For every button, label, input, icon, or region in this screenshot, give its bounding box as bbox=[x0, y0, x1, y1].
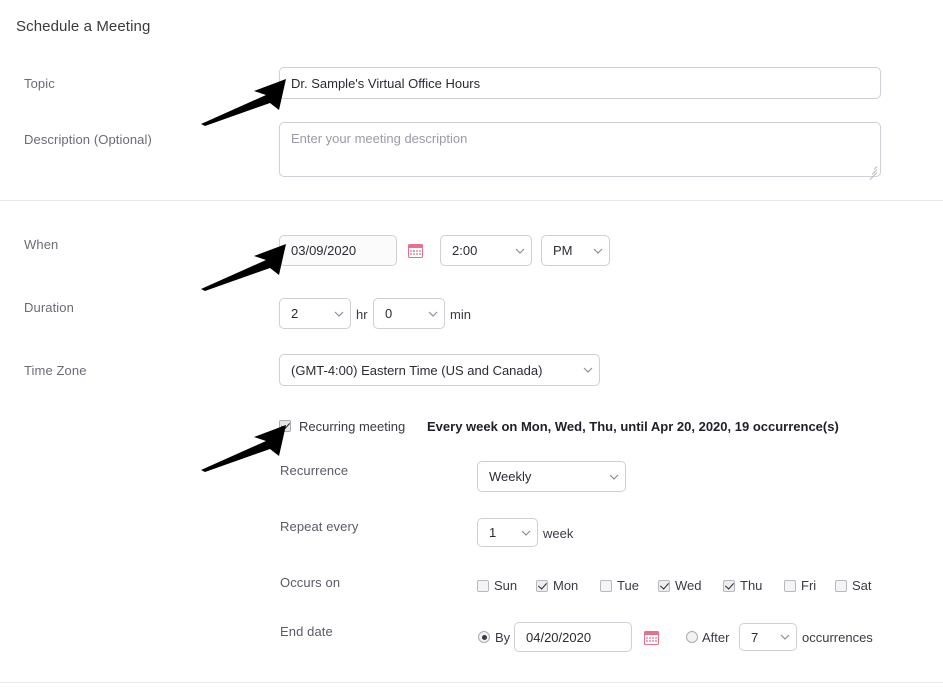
day-label-thu: Thu bbox=[740, 578, 763, 593]
day-checkbox-tue[interactable] bbox=[600, 579, 612, 592]
duration-hours-value: 2 bbox=[291, 306, 299, 321]
page-title: Schedule a Meeting bbox=[16, 18, 151, 35]
description-label: Description (Optional) bbox=[24, 132, 152, 147]
day-label-wed: Wed bbox=[675, 578, 702, 593]
duration-hours-select[interactable]: 2 bbox=[279, 298, 351, 329]
recurring-meeting-checkbox[interactable] bbox=[279, 420, 291, 432]
topic-label: Topic bbox=[24, 76, 55, 91]
occurs-on-day-fri[interactable]: Fri bbox=[784, 578, 816, 593]
recurrence-label: Recurrence bbox=[280, 463, 349, 478]
occurs-on-day-thu[interactable]: Thu bbox=[723, 578, 762, 593]
chevron-down-icon bbox=[774, 634, 796, 640]
schedule-meeting-page: Schedule a Meeting Topic Description (Op… bbox=[0, 0, 943, 699]
chevron-down-icon bbox=[328, 311, 350, 317]
recurring-meeting-label: Recurring meeting bbox=[299, 419, 406, 434]
duration-minutes-select[interactable]: 0 bbox=[373, 298, 445, 329]
end-date-after-radio[interactable] bbox=[686, 631, 698, 643]
recurrence-select-value: Weekly bbox=[489, 469, 532, 484]
day-checkbox-wed[interactable] bbox=[658, 579, 670, 592]
day-checkbox-sat[interactable] bbox=[835, 579, 847, 592]
day-checkbox-fri[interactable] bbox=[784, 579, 796, 592]
occurrences-select[interactable]: 7 bbox=[739, 623, 797, 651]
duration-minutes-unit: min bbox=[450, 307, 471, 322]
section-divider-top bbox=[0, 200, 943, 201]
duration-hours-unit: hr bbox=[356, 307, 368, 322]
chevron-down-icon bbox=[422, 311, 444, 317]
end-date-label: End date bbox=[280, 624, 333, 639]
day-checkbox-mon[interactable] bbox=[536, 579, 548, 592]
chevron-down-icon bbox=[587, 248, 609, 254]
end-date-input[interactable] bbox=[514, 622, 632, 652]
duration-label: Duration bbox=[24, 300, 74, 315]
day-label-fri: Fri bbox=[801, 578, 817, 593]
day-label-sun: Sun bbox=[494, 578, 518, 593]
chevron-down-icon bbox=[515, 530, 537, 536]
recurrence-select[interactable]: Weekly bbox=[477, 461, 626, 492]
timezone-select-value: (GMT-4:00) Eastern Time (US and Canada) bbox=[291, 362, 543, 378]
occurs-on-day-sat[interactable]: Sat bbox=[835, 578, 872, 593]
occurs-on-day-tue[interactable]: Tue bbox=[600, 578, 639, 593]
occurrences-select-value: 7 bbox=[751, 629, 759, 645]
duration-minutes-value: 0 bbox=[385, 306, 393, 321]
occurs-on-day-mon[interactable]: Mon bbox=[536, 578, 578, 593]
recurring-summary-text: Every week on Mon, Wed, Thu, until Apr 2… bbox=[427, 419, 839, 434]
ampm-select-value: PM bbox=[553, 243, 573, 258]
day-label-mon: Mon bbox=[553, 578, 579, 593]
repeat-every-label: Repeat every bbox=[280, 519, 359, 534]
chevron-down-icon bbox=[509, 248, 531, 254]
time-select-value: 2:00 bbox=[452, 243, 478, 258]
topic-input[interactable] bbox=[279, 67, 881, 99]
repeat-every-value: 1 bbox=[489, 525, 497, 540]
timezone-label: Time Zone bbox=[24, 363, 87, 378]
end-date-after-label: After bbox=[702, 630, 730, 645]
calendar-icon[interactable] bbox=[644, 630, 659, 645]
day-checkbox-thu[interactable] bbox=[723, 579, 735, 592]
day-label-tue: Tue bbox=[617, 578, 639, 593]
occurs-on-day-wed[interactable]: Wed bbox=[658, 578, 702, 593]
calendar-icon[interactable] bbox=[408, 243, 423, 258]
end-date-by-radio[interactable] bbox=[478, 631, 490, 643]
time-select[interactable]: 2:00 bbox=[440, 235, 532, 266]
occurs-on-day-sun[interactable]: Sun bbox=[477, 578, 517, 593]
chevron-down-icon bbox=[577, 367, 599, 373]
end-date-by-label: By bbox=[495, 630, 511, 645]
repeat-every-unit: week bbox=[543, 526, 574, 541]
when-label: When bbox=[24, 237, 59, 252]
timezone-select[interactable]: (GMT-4:00) Eastern Time (US and Canada) bbox=[279, 354, 600, 386]
ampm-select[interactable]: PM bbox=[541, 235, 610, 266]
when-date-input[interactable] bbox=[279, 235, 397, 266]
chevron-down-icon bbox=[603, 474, 625, 480]
day-checkbox-sun[interactable] bbox=[477, 579, 489, 592]
section-divider-bottom bbox=[0, 682, 943, 683]
occurs-on-label: Occurs on bbox=[280, 575, 341, 590]
description-input[interactable] bbox=[279, 122, 881, 177]
repeat-every-select[interactable]: 1 bbox=[477, 518, 538, 547]
day-label-sat: Sat bbox=[852, 578, 872, 593]
occurrences-unit-label: occurrences bbox=[802, 630, 873, 645]
